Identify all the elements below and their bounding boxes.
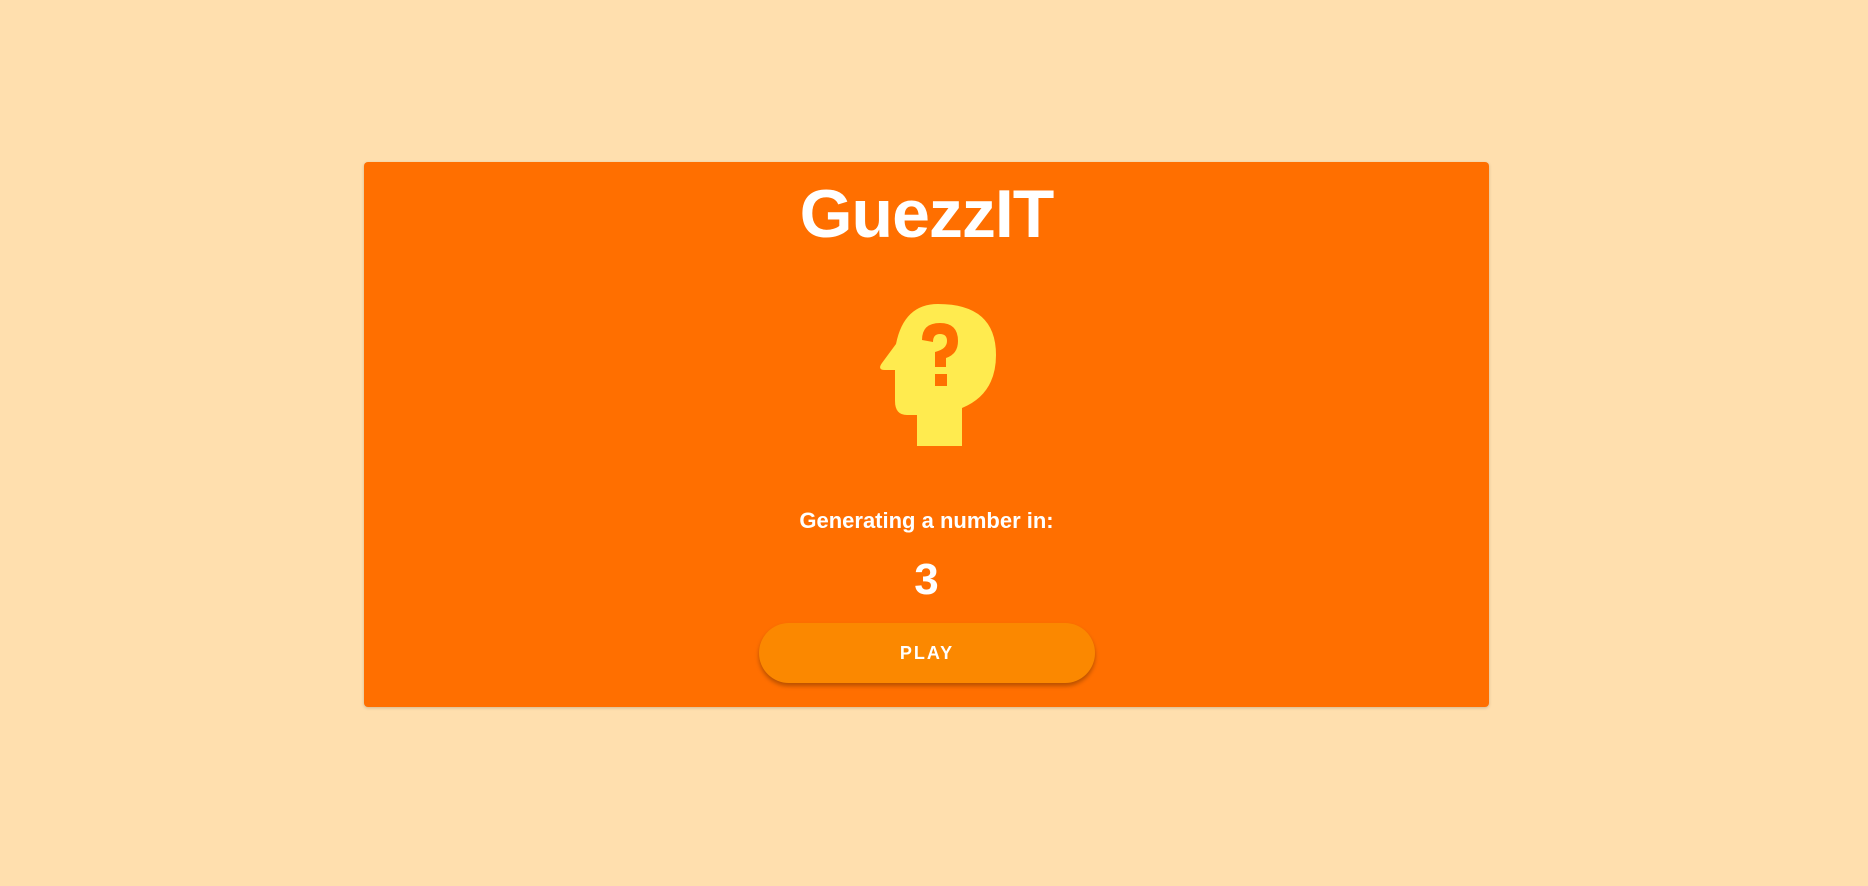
app-title: GuezzIT <box>799 176 1055 252</box>
head-question-icon <box>847 266 1017 446</box>
play-button[interactable]: PLAY <box>759 623 1095 683</box>
status-label: Generating a number in: <box>799 508 1054 533</box>
countdown-value: 3 <box>914 555 939 604</box>
game-card: GuezzIT Generating a number in: 3 PLAY <box>364 162 1489 707</box>
